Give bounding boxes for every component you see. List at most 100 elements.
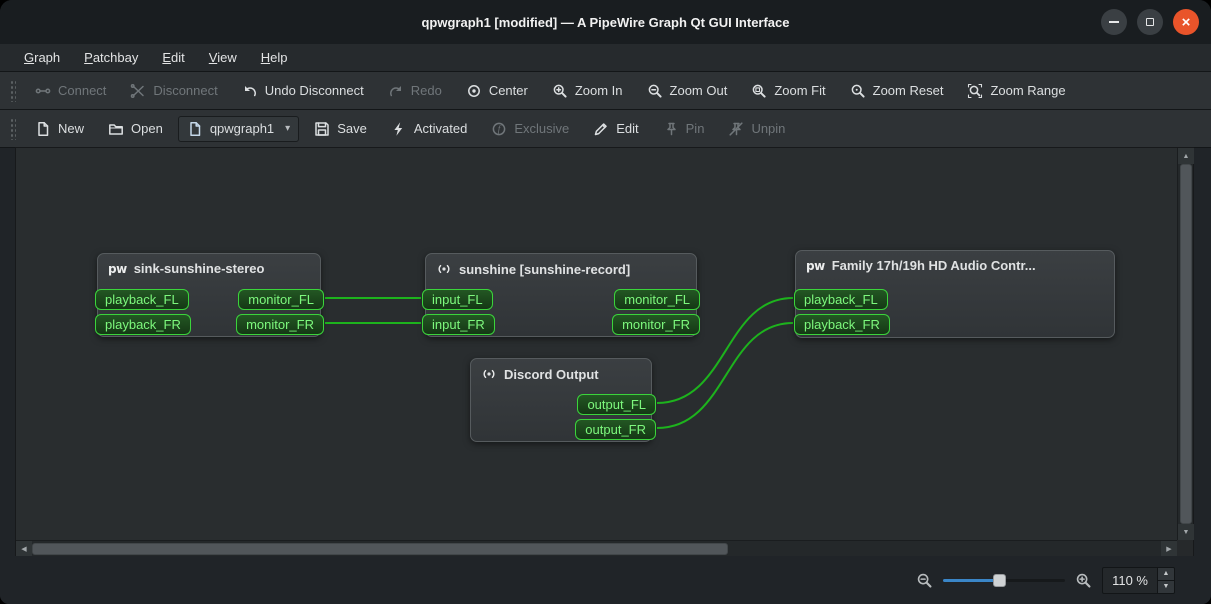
zoom-slider-fill [943,579,998,582]
port-playback-fr[interactable]: playback_FR [95,314,191,335]
redo-button[interactable]: Redo [379,78,451,104]
open-folder-icon [109,123,123,135]
session-combo-value: qpwgraph1 [209,121,275,136]
scroll-up-arrow[interactable]: ▲ [1178,148,1194,164]
port-playback-fl[interactable]: playback_FL [95,289,189,310]
port-monitor-fr[interactable]: monitor_FR [236,314,324,335]
zoom-in-icon [553,84,567,98]
port-playback-fl[interactable]: playback_FL [794,289,888,310]
session-toolbar: New Open qpwgraph1 ▾ Save Activated f Ex… [0,110,1211,148]
window-title: qpwgraph1 [modified] — A PipeWire Graph … [421,14,790,30]
center-button[interactable]: Center [457,78,537,104]
horizontal-scrollbar[interactable]: ◀ ▶ [16,540,1177,557]
horizontal-scrollbar-thumb[interactable] [32,543,728,555]
activated-toggle[interactable]: Activated [382,116,476,142]
disconnect-icon [131,83,145,98]
port-output-fl[interactable]: output_FL [577,394,656,415]
node-sink-sunshine-stereo[interactable]: pw sink-sunshine-stereo playback_FL play… [95,253,324,337]
vertical-scrollbar-thumb[interactable] [1180,164,1192,524]
toolbar-drag-handle[interactable] [10,79,16,102]
window-controls: × [1101,9,1199,35]
node-family-hd-audio[interactable]: pw Family 17h/19h HD Audio Contr... play… [794,250,1115,338]
close-button[interactable]: × [1173,9,1199,35]
port-monitor-fr[interactable]: monitor_FR [612,314,700,335]
pipewire-icon: pw [806,258,825,273]
connect-button[interactable]: Connect [26,78,115,104]
menu-help[interactable]: Help [251,47,298,68]
scroll-left-arrow[interactable]: ◀ [16,541,32,557]
edit-toggle[interactable]: Edit [584,116,647,142]
vertical-scrollbar[interactable]: ▲ ▼ [1177,148,1194,540]
chevron-down-icon: ▾ [285,123,291,134]
zoom-value[interactable]: 110 % [1103,568,1157,593]
zoom-spin-up-button[interactable]: ▲ [1158,567,1174,581]
zoom-spin-down-button[interactable]: ▼ [1158,580,1174,593]
application-icon [483,369,495,379]
new-file-icon [38,121,49,136]
zoom-slider[interactable] [943,572,1066,588]
undo-icon [244,85,256,96]
graph-scrollarea: pw sink-sunshine-stereo playback_FL play… [16,148,1194,557]
port-monitor-fl[interactable]: monitor_FL [614,289,700,310]
port-output-fr[interactable]: output_FR [575,419,656,440]
pin-button[interactable]: Pin [654,116,714,142]
menu-graph[interactable]: Graph [14,47,70,68]
zoom-reset-button[interactable]: Zoom Reset [841,78,953,104]
disconnect-button[interactable]: Disconnect [121,78,226,104]
application-icon [438,264,450,274]
node-title: sunshine [sunshine-record] [459,261,631,277]
zoom-reset-icon [851,84,865,98]
undo-disconnect-button[interactable]: Undo Disconnect [233,78,373,104]
connect-icon [35,87,51,94]
zoom-in-button[interactable]: Zoom In [543,78,632,104]
node-discord-output[interactable]: Discord Output output_FL output_FR [470,358,656,442]
menu-edit[interactable]: Edit [152,47,194,68]
menubar: Graph Patchbay Edit View Help [0,44,1211,72]
unpin-icon [729,121,743,136]
exclusive-toggle[interactable]: f Exclusive [482,116,578,142]
pipewire-icon: pw [108,261,127,276]
minimize-button[interactable] [1101,9,1127,35]
minimize-icon [1109,21,1119,23]
port-playback-fr[interactable]: playback_FR [794,314,890,335]
statusbar: 110 % ▲ ▼ [0,556,1211,604]
open-button[interactable]: Open [99,116,172,142]
close-icon: × [1181,13,1191,31]
menu-view[interactable]: View [199,47,247,68]
node-sunshine-record[interactable]: sunshine [sunshine-record] input_FL inpu… [422,253,700,337]
graph-canvas[interactable]: pw sink-sunshine-stereo playback_FL play… [16,148,1177,540]
new-button[interactable]: New [26,116,93,142]
port-input-fl[interactable]: input_FL [422,289,493,310]
node-title: sink-sunshine-stereo [133,261,265,276]
lightning-icon [394,121,403,136]
menu-patchbay[interactable]: Patchbay [74,47,148,68]
node-title: Discord Output [504,366,599,382]
zoom-range-button[interactable]: Zoom Range [958,78,1074,104]
redo-icon [389,85,401,96]
unpin-button[interactable]: Unpin [719,116,794,142]
save-button[interactable]: Save [305,116,376,142]
titlebar[interactable]: qpwgraph1 [modified] — A PipeWire Graph … [0,0,1211,44]
scroll-down-arrow[interactable]: ▼ [1178,524,1194,540]
toolbar-drag-handle[interactable] [10,117,16,140]
pencil-icon [594,122,607,135]
zoom-range-icon [968,83,983,98]
graph-toolbar: Connect Disconnect Undo Disconnect Redo … [0,72,1211,110]
session-combo[interactable]: qpwgraph1 ▾ [177,115,300,142]
zoom-in-small-icon [1076,573,1091,588]
zoom-out-button[interactable]: Zoom Out [638,78,737,104]
cable-layer [324,297,794,429]
zoom-fit-button[interactable]: Zoom Fit [742,78,834,104]
pin-icon [666,122,676,135]
node-title: Family 17h/19h HD Audio Contr... [831,258,1036,273]
port-monitor-fl[interactable]: monitor_FL [238,289,324,310]
zoom-slider-handle[interactable] [993,574,1007,587]
scroll-right-arrow[interactable]: ▶ [1161,541,1177,557]
session-file-icon [190,121,201,136]
maximize-button[interactable] [1137,9,1163,35]
port-input-fr[interactable]: input_FR [422,314,495,335]
zoom-spinbox[interactable]: 110 % ▲ ▼ [1102,566,1175,594]
center-icon [467,84,480,97]
cable-outputFR-playbackFR[interactable] [656,322,794,429]
zoom-out-small-icon [917,573,932,588]
